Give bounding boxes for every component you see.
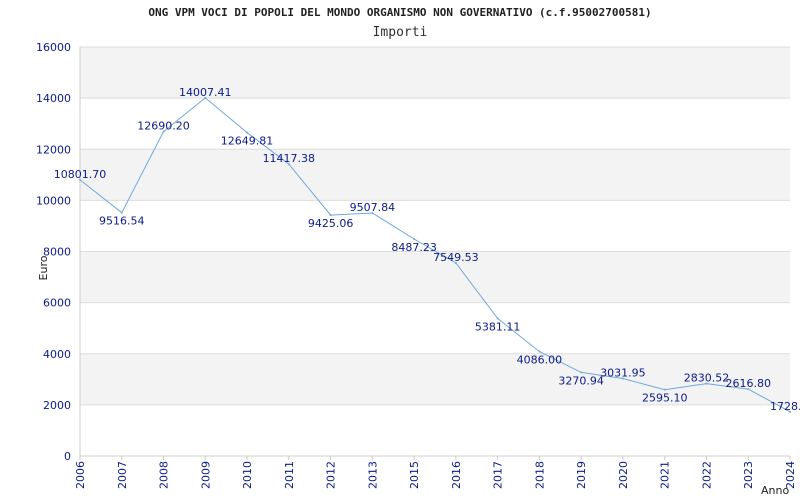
- data-label: 8487.23: [391, 241, 437, 254]
- data-point: [246, 131, 249, 134]
- x-tick-label: 2023: [742, 461, 755, 489]
- data-label: 7549.53: [433, 251, 479, 264]
- data-label: 5381.11: [475, 320, 521, 333]
- x-tick-label: 2016: [450, 461, 463, 489]
- x-tick-label: 2015: [408, 461, 421, 489]
- grid-band: [80, 149, 790, 201]
- x-tick-label: 2018: [533, 461, 546, 489]
- x-tick-label: 2010: [241, 461, 254, 489]
- data-label: 3031.95: [600, 366, 646, 379]
- x-tick-label: 2009: [199, 461, 212, 489]
- data-label: 1728.6: [770, 400, 800, 413]
- data-label: 10801.70: [54, 168, 107, 181]
- data-label: 9516.54: [99, 215, 145, 228]
- line-chart: 2006 2007 2008 2009 2010 2011 2012 2013 2015 2016…: [36, 41, 800, 497]
- data-point: [120, 211, 123, 214]
- x-tick-label: 2020: [617, 461, 630, 489]
- y-tick-label: 6000: [43, 297, 71, 310]
- x-tick-label: 2019: [575, 461, 588, 489]
- data-label: 4086.00: [517, 354, 563, 367]
- x-tick-label: 2013: [366, 461, 379, 489]
- y-axis: 0200040006000800010000120001400016000: [36, 41, 81, 463]
- data-label: 9507.84: [350, 201, 396, 214]
- grid-band: [80, 404, 790, 456]
- y-tick-label: 0: [64, 450, 71, 463]
- y-tick-label: 4000: [43, 348, 71, 361]
- data-label: 12649.81: [221, 135, 274, 148]
- data-label: 11417.38: [263, 152, 316, 165]
- data-point: [413, 238, 416, 241]
- data-label: 12690.20: [137, 120, 190, 133]
- x-tick-label: 2008: [158, 461, 171, 489]
- data-label: 2595.10: [642, 392, 688, 405]
- x-axis-title: Anno: [761, 484, 789, 497]
- data-point: [496, 317, 499, 320]
- data-point: [538, 350, 541, 353]
- data-label: 2830.52: [684, 372, 730, 385]
- y-tick-label: 2000: [43, 399, 71, 412]
- x-tick-label: 2022: [700, 461, 713, 489]
- y-axis-title: Euro: [37, 255, 50, 280]
- x-tick-label: 2007: [116, 461, 129, 489]
- y-tick-label: 12000: [36, 143, 71, 156]
- x-tick-label: 2012: [325, 461, 338, 489]
- x-tick-label: 2017: [492, 461, 505, 489]
- x-tick-label: 2006: [74, 461, 87, 489]
- data-label: 9425.06: [308, 217, 354, 230]
- x-axis: 2006 2007 2008 2009 2010 2011 2012 2013 2015 2016…: [74, 455, 797, 489]
- data-point: [580, 371, 583, 374]
- y-tick-label: 10000: [36, 194, 71, 207]
- y-tick-label: 16000: [36, 41, 71, 54]
- data-label: 3270.94: [558, 374, 604, 387]
- data-point: [663, 388, 666, 391]
- y-tick-label: 14000: [36, 92, 71, 105]
- data-label: 14007.41: [179, 86, 232, 99]
- data-label: 2616.80: [725, 377, 771, 390]
- grid-band: [80, 302, 790, 354]
- data-point: [329, 214, 332, 217]
- x-tick-label: 2021: [659, 461, 672, 489]
- x-tick-label: 2011: [283, 461, 296, 489]
